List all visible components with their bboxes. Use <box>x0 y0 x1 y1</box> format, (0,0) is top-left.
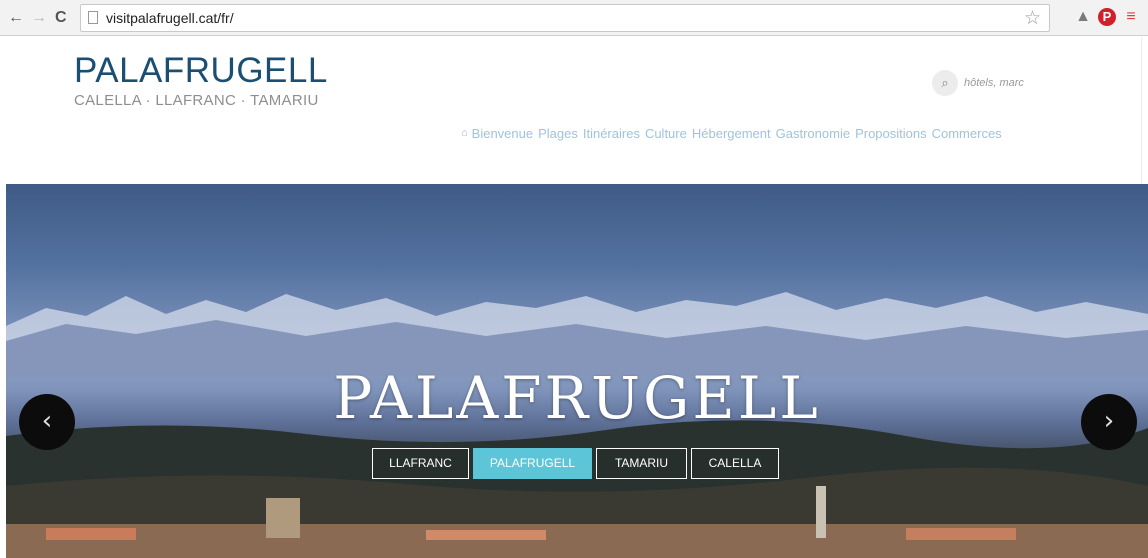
back-arrow-icon[interactable]: ← <box>8 8 24 28</box>
reload-icon[interactable]: C <box>55 8 67 28</box>
tab-calella[interactable]: CALELLA <box>691 448 779 479</box>
search-box: ⌕ <box>932 70 1132 96</box>
site-header: PALAFRUGELL CALELLA · LLAFRANC · TAMARIU… <box>0 37 1148 184</box>
browser-menu-icon[interactable]: ≡ <box>1122 8 1140 26</box>
nav-item-propositions[interactable]: Propositions <box>855 126 927 141</box>
hero-tab-row: LLAFRANC PALAFRUGELL TAMARIU CALELLA <box>372 448 783 480</box>
pinterest-icon[interactable]: P <box>1098 8 1116 26</box>
search-icon[interactable]: ⌕ <box>932 70 958 96</box>
nav-item-hebergement[interactable]: Hébergement <box>692 126 771 141</box>
site-logo-subtitle: CALELLA · LLAFRANC · TAMARIU <box>74 92 319 109</box>
next-slide-button[interactable]: › <box>1081 394 1137 450</box>
previous-slide-button[interactable]: ‹ <box>19 394 75 450</box>
tab-tamariu[interactable]: TAMARIU <box>596 448 687 479</box>
nav-item-plages[interactable]: Plages <box>538 126 578 141</box>
nav-item-commerces[interactable]: Commerces <box>932 126 1002 141</box>
hero-slider: PALAFRUGELL LLAFRANC PALAFRUGELL TAMARIU… <box>6 184 1148 558</box>
hero-title: PALAFRUGELL <box>333 364 821 432</box>
snowy-mountains-illustration <box>6 292 1148 376</box>
search-input[interactable] <box>964 72 1074 94</box>
tab-llafranc[interactable]: LLAFRANC <box>372 448 469 479</box>
browser-toolbar: ← → C visitpalafrugell.cat/fr/ ☆ ▲ P ≡ <box>0 0 1148 36</box>
chevron-left-icon: ‹ <box>41 406 53 436</box>
nav-item-bienvenue[interactable]: Bienvenue <box>472 126 533 141</box>
page-icon <box>88 11 98 24</box>
tab-palafrugell[interactable]: PALAFRUGELL <box>473 448 592 479</box>
bookmark-star-icon[interactable]: ☆ <box>1024 7 1041 30</box>
scrollbar-edge <box>1141 37 1148 184</box>
home-icon[interactable]: ⌂ <box>461 127 468 139</box>
nav-item-gastronomie[interactable]: Gastronomie <box>776 126 850 141</box>
nav-item-culture[interactable]: Culture <box>645 126 687 141</box>
site-logo-title[interactable]: PALAFRUGELL <box>74 51 328 91</box>
nav-item-itineraires[interactable]: Itinéraires <box>583 126 640 141</box>
chevron-right-icon: › <box>1103 406 1115 436</box>
forward-arrow-icon[interactable]: → <box>31 8 47 28</box>
extension-icon[interactable]: ▲ <box>1074 8 1092 26</box>
address-bar[interactable]: visitpalafrugell.cat/fr/ ☆ <box>80 4 1050 32</box>
main-navigation: ⌂ Bienvenue Plages Itinéraires Culture H… <box>461 123 1007 143</box>
url-text[interactable]: visitpalafrugell.cat/fr/ <box>106 10 234 26</box>
